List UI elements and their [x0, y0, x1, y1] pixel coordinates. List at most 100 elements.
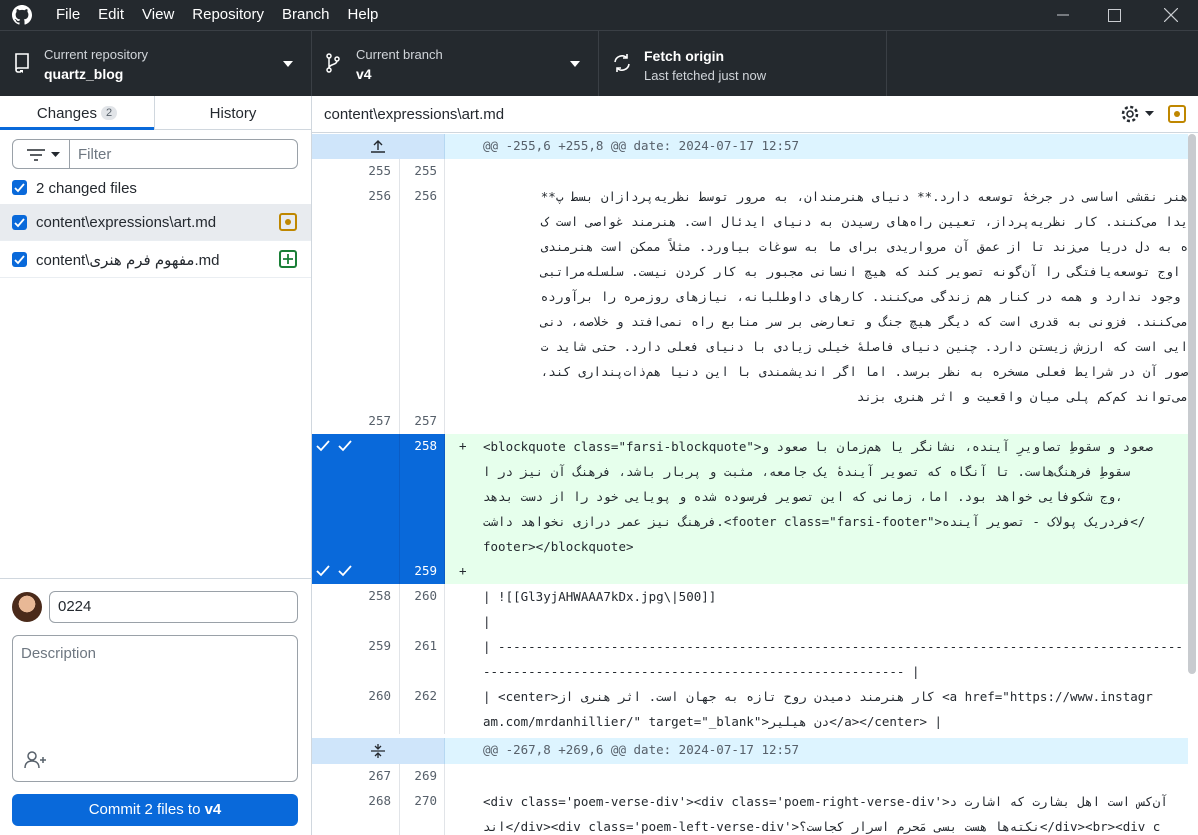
select-all-checkbox[interactable] — [12, 180, 27, 195]
tab-history[interactable]: History — [154, 96, 311, 130]
code-line: وج شکوفایی خواهد بود. اما، زمانی که این … — [483, 489, 1123, 504]
code-line: | — [483, 614, 491, 629]
new-line-number: 256 — [400, 184, 445, 409]
menu-repository[interactable]: Repository — [180, 0, 270, 30]
expand-button[interactable] — [312, 738, 445, 764]
line-selected-check-icon — [316, 440, 330, 452]
new-line-number: 260 — [400, 584, 445, 609]
tab-bar: Changes 2 History — [0, 96, 311, 130]
code-content: | <center>کار هنرمند دمیدن روح تازه به ج… — [483, 684, 1188, 734]
git-branch-icon — [326, 53, 340, 73]
add-coauthor-icon[interactable] — [24, 751, 48, 769]
chevron-down-icon — [283, 61, 293, 67]
line-selected-check-icon — [338, 440, 352, 452]
commit-panel: 0224 Description Commit 2 files to v4 — [0, 578, 311, 835]
avatar — [12, 592, 42, 622]
old-line-number: 257 — [312, 409, 400, 434]
hunk-header: @@ -267,8 +269,6 @@ date: 2024-07-17 12:… — [312, 738, 1188, 764]
check-icon — [14, 183, 25, 193]
check-icon — [14, 218, 25, 228]
commit-summary-input[interactable]: 0224 — [49, 591, 298, 623]
title-bar: File Edit View Repository Branch Help — [0, 0, 1198, 30]
chevron-down-icon — [51, 152, 60, 157]
check-icon — [14, 255, 25, 265]
chevron-down-icon — [1145, 111, 1154, 116]
expand-up-icon — [371, 140, 385, 153]
maximize-button[interactable] — [1089, 0, 1139, 30]
menu-edit[interactable]: Edit — [86, 0, 130, 30]
changed-files-label: 2 changed files — [36, 180, 137, 197]
fetch-status: Last fetched just now — [644, 68, 767, 83]
commit-button-label: Commit 2 files to — [88, 801, 205, 818]
file-checkbox[interactable] — [12, 215, 27, 230]
file-checkbox[interactable] — [12, 252, 27, 267]
code-content: | ![[Gl3yjAHWAAA7kDx.jpg\|500]] — [483, 584, 1188, 609]
code-line: سقوطِ فرهنگ‌هاست. تا آنگاه که تصویر آیند… — [483, 464, 1131, 479]
diff-line-added[interactable]: 259 + — [312, 559, 1188, 584]
code-line: فرهنگ نیز عمر درازی نخواهد داشت.<footer … — [483, 514, 1146, 529]
menu-view[interactable]: View — [130, 0, 180, 30]
maximize-icon — [1107, 8, 1121, 22]
tab-changes[interactable]: Changes 2 — [0, 96, 154, 130]
code-line: هنر نقشی اساسی در جرخهٔ توسعه دارد.** دن… — [540, 189, 1188, 204]
code-line: | <center>کار هنرمند دمیدن روح تازه به ج… — [483, 689, 1153, 704]
repository-name: quartz_blog — [44, 66, 124, 82]
filter-options-button[interactable] — [12, 139, 70, 169]
code-line: | --------------------------------------… — [483, 639, 1183, 654]
code-content: | --------------------------------------… — [483, 634, 1188, 684]
file-row-new-md[interactable]: content\مفهوم فرم هنری.md — [0, 241, 311, 278]
scrollbar[interactable] — [1188, 134, 1196, 674]
code-line: وجود ندارد و همه در کنار هم زندگی می‌کنن… — [540, 289, 1188, 304]
diff-line: 256 256 هنر نقشی اساسی در جرخهٔ توسعه دارد… — [312, 184, 1188, 409]
line-selected-check-icon — [338, 565, 352, 577]
expand-icon — [371, 744, 385, 758]
commit-button[interactable]: Commit 2 files to v4 — [12, 794, 298, 826]
menu-bar: File Edit View Repository Branch Help — [44, 0, 384, 30]
repository-icon — [15, 53, 29, 73]
filter-input[interactable]: Filter — [69, 139, 298, 169]
commit-branch: v4 — [204, 801, 222, 818]
old-line-number: 256 — [312, 184, 400, 409]
tab-changes-label: Changes — [36, 105, 97, 122]
new-line-number: 270 — [400, 789, 445, 835]
new-line-number: 261 — [400, 634, 445, 684]
old-line-number: 260 — [312, 684, 400, 734]
expand-up-button[interactable] — [312, 134, 445, 159]
close-button[interactable] — [1146, 0, 1196, 30]
menu-help[interactable]: Help — [336, 0, 385, 30]
old-line-number: 255 — [312, 159, 400, 184]
code-line: ه به دل دریا می‌زند تا از عمق آن مروارید… — [540, 239, 1188, 254]
new-line-number: 257 — [400, 409, 445, 434]
toolbar: Current repository quartz_blog Current b… — [0, 30, 1198, 96]
old-line-number: 268 — [312, 789, 400, 835]
repository-label: Current repository — [44, 47, 149, 62]
fetch-title: Fetch origin — [644, 48, 725, 64]
added-status-icon — [279, 250, 297, 268]
code-content: <blockquote class="farsi-blockquote">صعو… — [483, 434, 1188, 559]
code-content: <div class='poem-verse-div'><div class='… — [483, 789, 1188, 835]
code-content — [483, 764, 1188, 789]
hunk-header-text: @@ -255,6 +255,8 @@ date: 2024-07-17 12:… — [483, 138, 800, 153]
diff-line: 258 260 | ![[Gl3yjAHWAAA7kDx.jpg\|500]] — [312, 584, 1188, 609]
code-line: اند</div><div class='poem-left-verse-div… — [483, 819, 1161, 834]
gear-icon[interactable] — [1120, 104, 1140, 124]
diff-line: 268 270 <div class='poem-verse-div'><div c… — [312, 789, 1188, 835]
code-line: اوج توسعه‌یافتگی را آن‌گونه تصویر کند که… — [540, 264, 1188, 279]
branch-selector[interactable]: Current branch v4 — [312, 31, 599, 96]
repository-selector[interactable]: Current repository quartz_blog — [0, 31, 312, 96]
minimize-button[interactable] — [1038, 0, 1088, 30]
old-line-number: 258 — [312, 584, 400, 609]
diff-line-added[interactable]: 258 + <blockquote class="farsi-blockquote"… — [312, 434, 1188, 559]
file-row-art-md[interactable]: content\expressions\art.md — [0, 204, 311, 241]
code-content — [483, 559, 1188, 584]
menu-file[interactable]: File — [44, 0, 86, 30]
fetch-origin-button[interactable]: Fetch origin Last fetched just now — [599, 31, 887, 96]
commit-description-input[interactable]: Description — [12, 635, 298, 782]
branch-label: Current branch — [356, 47, 443, 62]
new-line-number — [400, 609, 445, 634]
menu-branch[interactable]: Branch — [270, 0, 336, 30]
code-line: <blockquote class="farsi-blockquote">صعو… — [483, 439, 1153, 454]
